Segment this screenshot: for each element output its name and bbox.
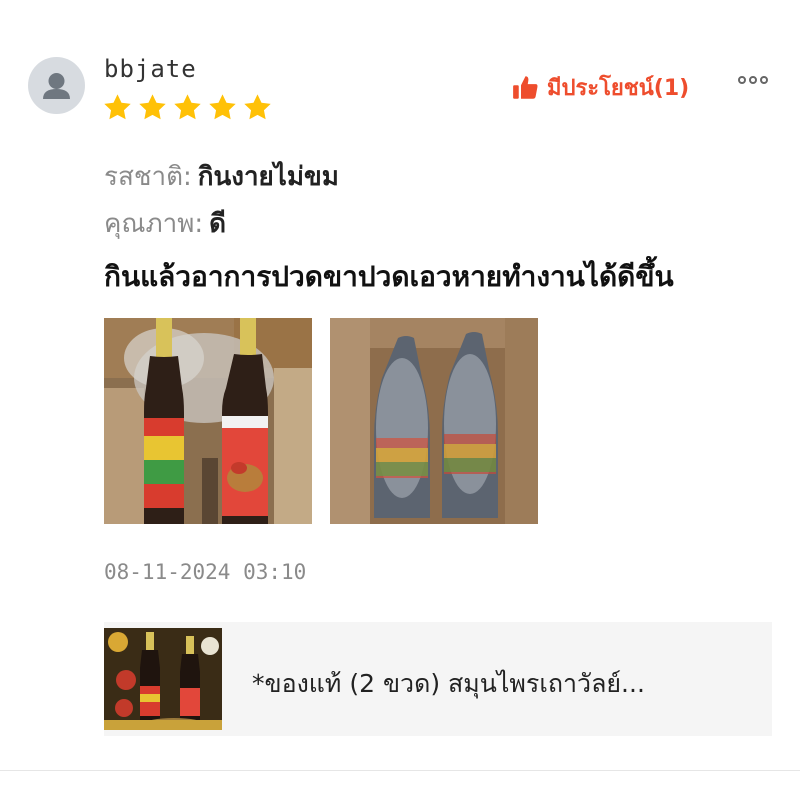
review-page: bbjate มีประโยชน์(1) รสชาติ: กินงายไม่ขม … [0,0,800,800]
review-photo[interactable] [104,318,312,524]
more-options-icon[interactable] [738,76,768,84]
dot [760,76,768,84]
thumbs-up-icon [513,76,538,99]
taste-value: กินงายไม่ขม [197,162,339,192]
star-rating [102,92,273,123]
product-thumbnail [104,628,222,730]
review-photo[interactable] [330,318,538,524]
divider [0,770,800,771]
quality-attribute: คุณภาพ: ดี [104,203,226,244]
review-text: กินแล้วอาการปวดขาปวดเอวหายทำงานได้ดีขึ้น [104,260,674,293]
star-icon [209,94,236,120]
taste-label: รสชาติ: [104,162,192,192]
star-icon [174,94,201,120]
helpful-label: มีประโยชน์(1) [547,76,690,101]
dot [749,76,757,84]
quality-value: ดี [209,209,227,239]
user-avatar-icon[interactable] [28,57,85,114]
helpful-button[interactable]: มีประโยชน์(1) [512,70,689,105]
reviewer-username: bbjate [104,55,197,83]
quality-label: คุณภาพ: [104,209,204,239]
review-timestamp: 08-11-2024 03:10 [104,560,307,584]
product-name: *ของแท้ (2 ขวด) สมุนไพรเถาวัลย์... [252,669,645,698]
star-icon [139,94,166,120]
taste-attribute: รสชาติ: กินงายไม่ขม [104,156,339,197]
product-card[interactable]: *ของแท้ (2 ขวด) สมุนไพรเถาวัลย์... [104,622,772,736]
star-icon [244,94,271,120]
star-icon [104,94,131,120]
dot [738,76,746,84]
